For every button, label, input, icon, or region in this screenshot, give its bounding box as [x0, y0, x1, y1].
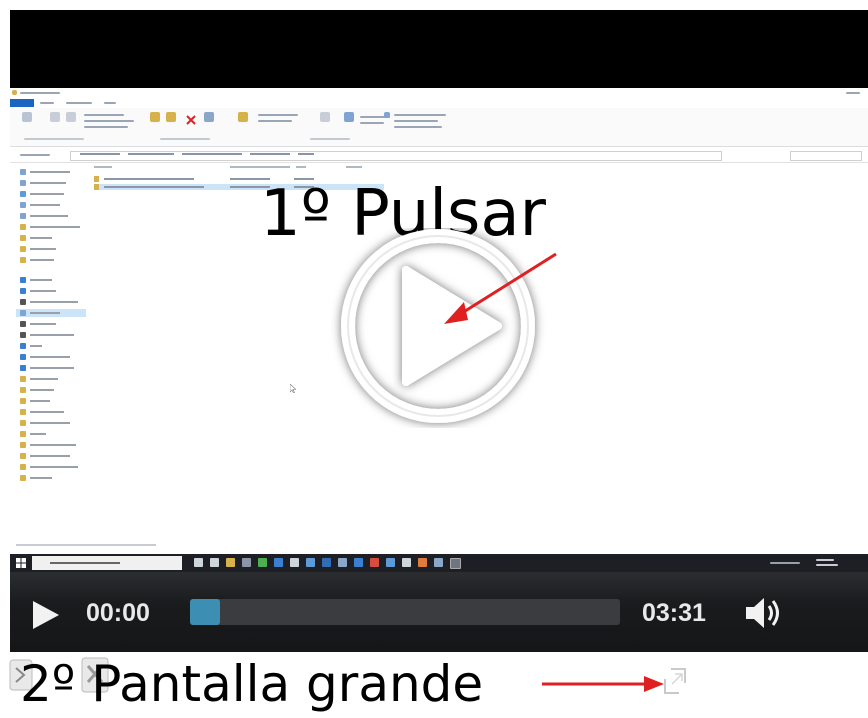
seek-bar[interactable] [190, 599, 620, 625]
windows-start-icon [16, 558, 26, 568]
taskbar-search-box [32, 556, 182, 570]
windows-taskbar [10, 554, 868, 572]
system-tray [770, 559, 840, 567]
video-player-controls: 00:00 03:31 [10, 572, 868, 652]
explorer-address-bar [10, 148, 868, 163]
video-top-black-bar [10, 10, 868, 88]
current-time: 00:00 [86, 599, 150, 627]
seek-bar-progress [190, 599, 220, 625]
mouse-cursor-icon [290, 384, 296, 393]
fullscreen-icon[interactable] [662, 666, 688, 696]
play-icon[interactable] [28, 598, 62, 632]
explorer-navigation-pane [16, 168, 86, 538]
step-2-arrow-icon [542, 676, 664, 692]
big-play-icon[interactable] [330, 228, 550, 428]
explorer-ribbon [10, 108, 868, 147]
volume-icon[interactable] [742, 594, 788, 632]
explorer-status-bar [16, 544, 156, 546]
ribbon-tab-file [10, 99, 34, 107]
explorer-ribbon-tabs [10, 98, 868, 108]
duration-time: 03:31 [642, 599, 706, 627]
step-2-label: 2º Pantalla grande [20, 655, 484, 713]
